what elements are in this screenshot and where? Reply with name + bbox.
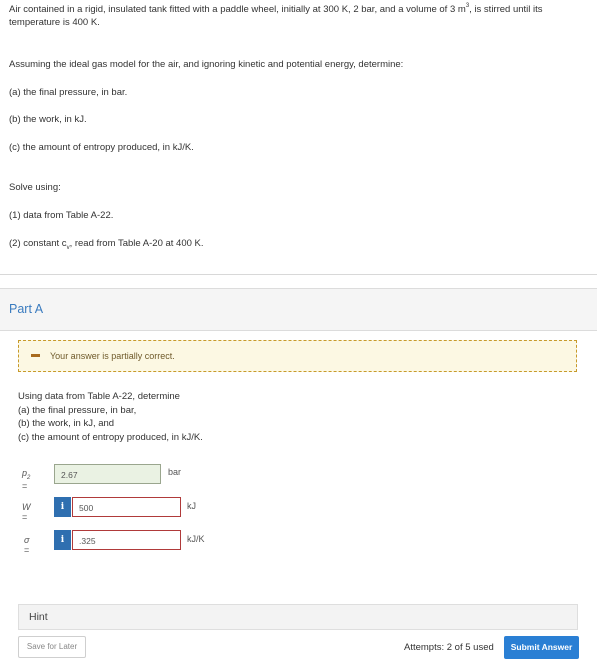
sigma-equals: = [24,545,30,555]
warning-icon [31,354,40,357]
item-c: (c) the amount of entropy produced, in k… [9,142,194,153]
instruction-line: (c) the amount of entropy produced, in k… [18,431,203,443]
sigma-label: σ = [24,535,29,555]
sigma-unit: kJ/K [187,534,205,544]
submit-answer-button[interactable]: Submit Answer [504,636,579,659]
w-symbol: W [22,502,31,512]
item-a: (a) the final pressure, in bar. [9,87,128,98]
alert-message: Your answer is partially correct. [50,351,175,361]
w-equals: = [22,512,28,522]
hint-label[interactable]: Hint [29,611,48,623]
save-for-later-button[interactable]: Save for Later [18,636,86,658]
partial-correct-alert: Your answer is partially correct. [18,340,577,372]
instruction-line: (b) the work, in kJ, and [18,418,115,429]
hint-panel[interactable]: Hint [18,604,578,630]
w-input[interactable]: 500 [72,497,181,517]
intro-text: Air contained in a rigid, insulated tank… [9,4,466,15]
p2-equals: = [22,480,28,491]
attempts-counter: Attempts: 2 of 5 used [404,642,494,653]
sigma-symbol: σ [24,535,30,545]
info-icon[interactable]: i [54,497,71,517]
instruction-line: (a) the final pressure, in bar, [18,404,137,416]
intro-superscript: 3 [465,3,470,9]
p2-unit: bar [168,467,182,477]
w-unit: kJ [187,501,196,511]
w-label: W = [22,502,31,522]
part-a-instructions: Using data from Table A-22, determine (a… [18,390,203,444]
p2-subscript: 2 [27,474,31,481]
solve-using: Solve using: [9,182,61,193]
problem-intro: Air contained in a rigid, insulated tank… [9,3,579,29]
p2-label: p2 = [22,468,30,491]
item-b: (b) the work, in kJ. [9,114,87,125]
method-1: (1) data from Table A-22. [9,210,114,221]
p2-input[interactable]: 2.67 [54,464,161,484]
info-icon[interactable]: i [54,530,71,550]
divider [0,274,597,275]
sigma-input[interactable]: .325 [72,530,181,550]
method-2: (2) constant cv, read from Table A-20 at… [9,237,204,255]
part-a-title[interactable]: Part A [9,302,43,316]
instruction-line: Using data from Table A-22, determine [18,391,180,402]
part-a-header[interactable]: Part A [0,288,597,331]
assumption-text: Assuming the ideal gas model for the air… [9,59,404,70]
method-2-text: (2) constant c [9,238,67,249]
method-2-text-end: , read from Table A-20 at 400 K. [69,238,204,249]
